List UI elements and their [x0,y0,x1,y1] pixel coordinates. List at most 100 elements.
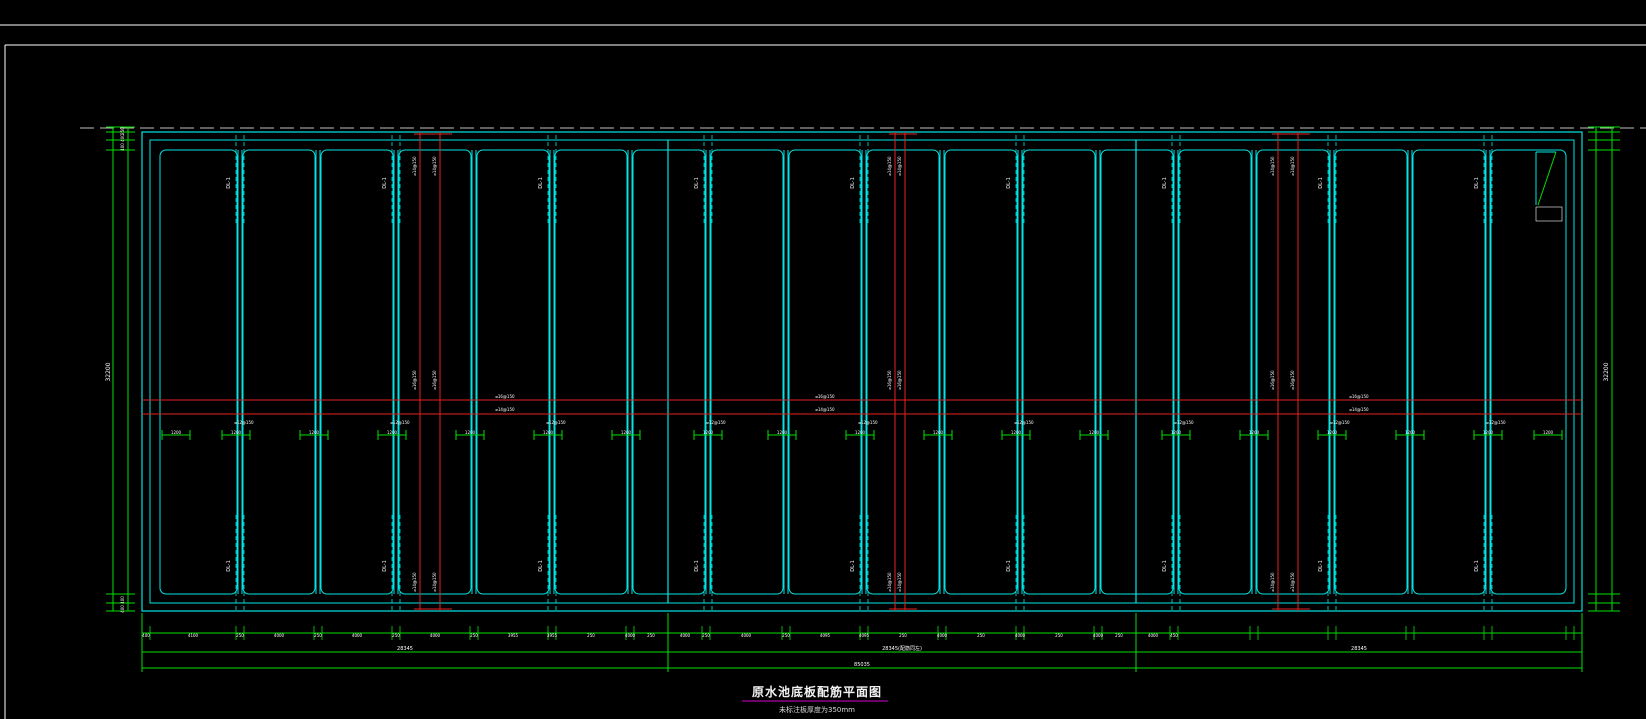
compartment-outline [944,149,1018,595]
drawing-frame [0,24,1646,719]
dim-bottom-value: 4000 [274,633,285,638]
beam-label-bottom: DL-1 [850,560,856,572]
compartment-outline [1334,149,1408,595]
rebar-label-top: ⌀14@150 [412,156,417,176]
rebar-dim-label: 1200 [1089,430,1100,435]
dim-left-small: 400 [120,605,125,613]
compartment-outline [1100,149,1174,595]
rebar-label-vertical: ⌀16@150 [887,370,892,390]
dim-bottom-value: 4095 [820,633,831,638]
rebar-dim-label: 1200 [703,430,714,435]
rebar-label-bottom: ⌀14@150 [1270,572,1275,592]
rebar-label-bottom: ⌀14@150 [412,572,417,592]
rebar-dim-label: 1200 [1327,430,1338,435]
rebar-dim-label: 1200 [1171,430,1182,435]
compartment-outline [1490,149,1567,595]
dim-bottom-value: 4095 [859,633,870,638]
rebar-label-top: ⌀14@150 [1290,156,1295,176]
dim-bottom-value: 400 [142,633,150,638]
compartment-outline [632,149,706,595]
rebar-label-top: ⌀14@150 [1270,156,1275,176]
rebar-dim-label: 1200 [1543,430,1554,435]
dim-left-small: 400 [120,596,125,604]
dim-bottom-value: 3955 [547,633,558,638]
dim-bottom-value: 4000 [625,633,636,638]
dim-bottom-value: 250 [977,633,985,638]
rebar-label-horizontal: ⌀16@150 [1349,394,1369,399]
rebar-label-small: ⌀12@150 [390,420,410,425]
beam-label-bottom: DL-1 [1318,560,1324,572]
dim-bottom-value: 250 [702,633,710,638]
rebar-label-bottom: ⌀14@150 [432,572,437,592]
rebar-label-vertical: ⌀16@150 [897,370,902,390]
dim-bottom-value: 4000 [1015,633,1026,638]
beam-label-bottom: DL-1 [538,560,544,572]
dim-bottom-value: 250 [470,633,478,638]
cad-drawing: 3220025040040040040032200400 4100 250 4000 2… [0,24,1646,719]
rebar-label-horizontal: ⌀16@150 [815,394,835,399]
beam-label-top: DL-1 [538,177,544,189]
title-block: 原水池底板配筋平面图 未标注板厚度为350mm [742,683,892,715]
dim-bottom-value: 4000 [1093,633,1104,638]
corner-haunch-line [1537,151,1557,206]
rebar-dim-label: 1200 [777,430,788,435]
rebar-label-small: ⌀12@150 [1330,420,1350,425]
compartment-outline [788,149,862,595]
compartment-outline [554,149,628,595]
beam-label-bottom: DL-1 [226,560,232,572]
rebar-dim-label: 1200 [171,430,182,435]
drawing-title: 原水池底板配筋平面图 [751,685,882,699]
dim-bottom-value: 4000 [352,633,363,638]
rebar-dim-label: 1200 [465,430,476,435]
dim-bottom-value: 4000 [1148,633,1159,638]
annotation-text: 3220025040040040040032200400 4100 250 4000 2… [105,127,1610,668]
beam-label-bottom: DL-1 [1162,560,1168,572]
compartment-outline [1178,149,1252,595]
dim-right-total: 32200 [1603,362,1610,381]
rebar-dim-label: 1200 [309,430,320,435]
dim-bottom-value: 250 [587,633,595,638]
compartment-outline [476,149,550,595]
compartment-outline [1412,149,1486,595]
beam-label-top: DL-1 [226,177,232,189]
dim-bottom-value: 250 [782,633,790,638]
dim-segment-left: 28345 [397,646,413,652]
rebar-label-bottom: ⌀14@150 [887,572,892,592]
rebar-label-top: ⌀14@150 [432,156,437,176]
dim-bottom-value: 4000 [741,633,752,638]
rebar-dim-label: 1200 [621,430,632,435]
beam-label-top: DL-1 [1318,177,1324,189]
rebar-label-vertical: ⌀16@150 [412,370,417,390]
compartment-outline [320,149,394,595]
compartment-outline [159,149,238,595]
rebar-dim-label: 1200 [387,430,398,435]
beam-label-bottom: DL-1 [1474,560,1480,572]
corner-detail-box [1535,206,1563,222]
rebar-label-bottom: ⌀14@150 [1290,572,1295,592]
dim-total: 85035 [854,662,870,668]
rebar-label-small: ⌀12@150 [706,420,726,425]
dim-bottom-value: 3955 [508,633,519,638]
dim-left-small: 400 [120,134,125,142]
dim-bottom-value: 4100 [188,633,199,638]
beam-label-top: DL-1 [1474,177,1480,189]
compartment-outline [1022,149,1096,595]
rebar-label-small: ⌀12@150 [858,420,878,425]
rebar-label-small: ⌀12@150 [1174,420,1194,425]
dim-segment-right: 28345 [1351,646,1367,652]
beam-label-top: DL-1 [1006,177,1012,189]
dim-bottom-value: 250 [899,633,907,638]
rebar-label-bottom: ⌀14@150 [897,572,902,592]
dim-segment-middle: 28345(配筋同左) [882,645,922,652]
rebar-dim-label: 1200 [1011,430,1022,435]
dim-bottom-value: 250 [1055,633,1063,638]
dim-bottom-value: 250 [392,633,400,638]
tank-walls [141,131,1583,612]
rebar-label-horizontal: ⌀16@150 [495,394,515,399]
compartment-outline [242,149,316,595]
beam-label-bottom: DL-1 [382,560,388,572]
compartment-outline [710,149,784,595]
rebar-dim-label: 1200 [543,430,554,435]
rebar-dim-label: 1200 [1249,430,1260,435]
dim-bottom-value: 250 [1115,633,1123,638]
